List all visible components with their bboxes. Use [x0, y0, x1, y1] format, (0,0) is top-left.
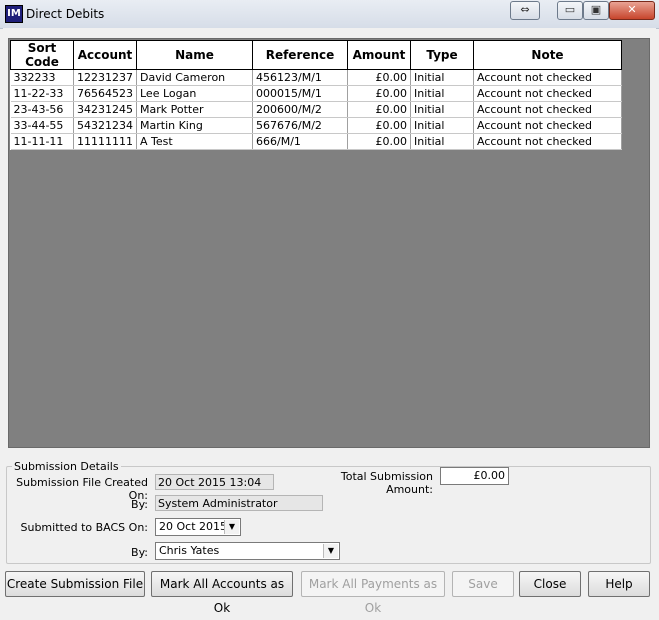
maximize-button[interactable]: ▣	[583, 1, 609, 20]
cell-account[interactable]: 34231245	[73, 101, 137, 118]
table-row[interactable]: 11-22-33 76564523 Lee Logan 000015/M/1 £…	[10, 85, 622, 102]
save-button[interactable]: Save	[452, 571, 514, 597]
mark-all-payments-ok-button[interactable]: Mark All Payments as Ok	[301, 571, 445, 615]
cell-sort-code[interactable]: 33-44-55	[10, 117, 74, 134]
column-header-name[interactable]: Name	[136, 40, 253, 70]
cell-type[interactable]: Initial	[410, 133, 474, 150]
cell-note[interactable]: Account not checked	[473, 133, 622, 150]
cell-reference[interactable]: 200600/M/2	[252, 101, 348, 118]
minimize-button[interactable]: ▭	[557, 1, 583, 20]
cell-sort-code[interactable]: 11-22-33	[10, 85, 74, 102]
created-on-field: 20 Oct 2015 13:04	[155, 474, 274, 490]
submission-details-legend: Submission Details	[14, 460, 119, 473]
cell-sort-code[interactable]: 23-43-56	[10, 101, 74, 118]
column-header-amount[interactable]: Amount	[347, 40, 411, 70]
cell-amount[interactable]: £0.00	[347, 101, 411, 118]
create-submission-file-button[interactable]: Create Submission File	[5, 571, 145, 597]
chevron-down-icon[interactable]: ▼	[323, 544, 338, 558]
cell-amount[interactable]: £0.00	[347, 85, 411, 102]
cell-account[interactable]: 76564523	[73, 85, 137, 102]
cell-note[interactable]: Account not checked	[473, 101, 622, 118]
total-amount-field[interactable]: £0.00	[440, 467, 509, 485]
window-body: Sort Code Account Name Reference Amount …	[3, 28, 656, 615]
cell-reference[interactable]: 000015/M/1	[252, 85, 348, 102]
cell-reference[interactable]: 666/M/1	[252, 133, 348, 150]
column-header-sort-code[interactable]: Sort Code	[10, 40, 74, 70]
cell-reference[interactable]: 456123/M/1	[252, 69, 348, 86]
submitted-by-label: By:	[131, 546, 148, 559]
cell-type[interactable]: Initial	[410, 101, 474, 118]
created-by-field: System Administrator	[155, 495, 323, 511]
direct-debits-table: Sort Code Account Name Reference Amount …	[10, 40, 622, 150]
cell-amount[interactable]: £0.00	[347, 69, 411, 86]
cell-name[interactable]: Martin King	[136, 117, 253, 134]
cell-name[interactable]: Lee Logan	[136, 85, 253, 102]
cell-name[interactable]: David Cameron	[136, 69, 253, 86]
help-button[interactable]: Help	[588, 571, 650, 597]
column-header-type[interactable]: Type	[410, 40, 474, 70]
cell-note[interactable]: Account not checked	[473, 85, 622, 102]
submitted-on-value: 20 Oct 2015	[159, 520, 228, 533]
cell-amount[interactable]: £0.00	[347, 117, 411, 134]
table-row[interactable]: 23-43-56 34231245 Mark Potter 200600/M/2…	[10, 101, 622, 118]
cell-account[interactable]: 11111111	[73, 133, 137, 150]
cell-sort-code[interactable]: 332233	[10, 69, 74, 86]
column-header-account[interactable]: Account	[73, 40, 137, 70]
submitted-on-label: Submitted to BACS On:	[20, 521, 149, 534]
created-by-label: By:	[131, 498, 148, 511]
cell-type[interactable]: Initial	[410, 69, 474, 86]
cell-sort-code[interactable]: 11-11-11	[10, 133, 74, 150]
column-header-reference[interactable]: Reference	[252, 40, 348, 70]
cell-name[interactable]: Mark Potter	[136, 101, 253, 118]
cell-type[interactable]: Initial	[410, 117, 474, 134]
app-icon: IM	[5, 5, 23, 23]
cell-amount[interactable]: £0.00	[347, 133, 411, 150]
cell-note[interactable]: Account not checked	[473, 117, 622, 134]
window-title: Direct Debits	[26, 7, 105, 21]
close-button[interactable]: Close	[519, 571, 581, 597]
cell-reference[interactable]: 567676/M/2	[252, 117, 348, 134]
submitted-on-date-picker[interactable]: 20 Oct 2015 ▼	[155, 518, 241, 536]
restore-arrows-button[interactable]: ⇔	[510, 1, 540, 20]
direct-debits-grid[interactable]: Sort Code Account Name Reference Amount …	[8, 38, 650, 448]
submitted-by-dropdown[interactable]: Chris Yates ▼	[155, 542, 340, 560]
title-bar: IM Direct Debits ⇔ ▭ ▣ ✕	[0, 0, 659, 29]
cell-note[interactable]: Account not checked	[473, 69, 622, 86]
mark-all-accounts-ok-button[interactable]: Mark All Accounts as Ok	[151, 571, 293, 615]
table-header-row: Sort Code Account Name Reference Amount …	[10, 40, 622, 70]
close-window-button[interactable]: ✕	[609, 1, 655, 20]
table-row[interactable]: 33-44-55 54321234 Martin King 567676/M/2…	[10, 117, 622, 134]
table-row[interactable]: 332233 12231237 David Cameron 456123/M/1…	[10, 69, 622, 86]
chevron-down-icon[interactable]: ▼	[224, 520, 239, 534]
cell-type[interactable]: Initial	[410, 85, 474, 102]
cell-account[interactable]: 12231237	[73, 69, 137, 86]
submitted-by-value: Chris Yates	[159, 544, 220, 557]
cell-account[interactable]: 54321234	[73, 117, 137, 134]
table-row[interactable]: 11-11-11 11111111 A Test 666/M/1 £0.00 I…	[10, 133, 622, 150]
cell-name[interactable]: A Test	[136, 133, 253, 150]
total-amount-label: Total Submission Amount:	[340, 470, 433, 496]
column-header-note[interactable]: Note	[473, 40, 622, 70]
